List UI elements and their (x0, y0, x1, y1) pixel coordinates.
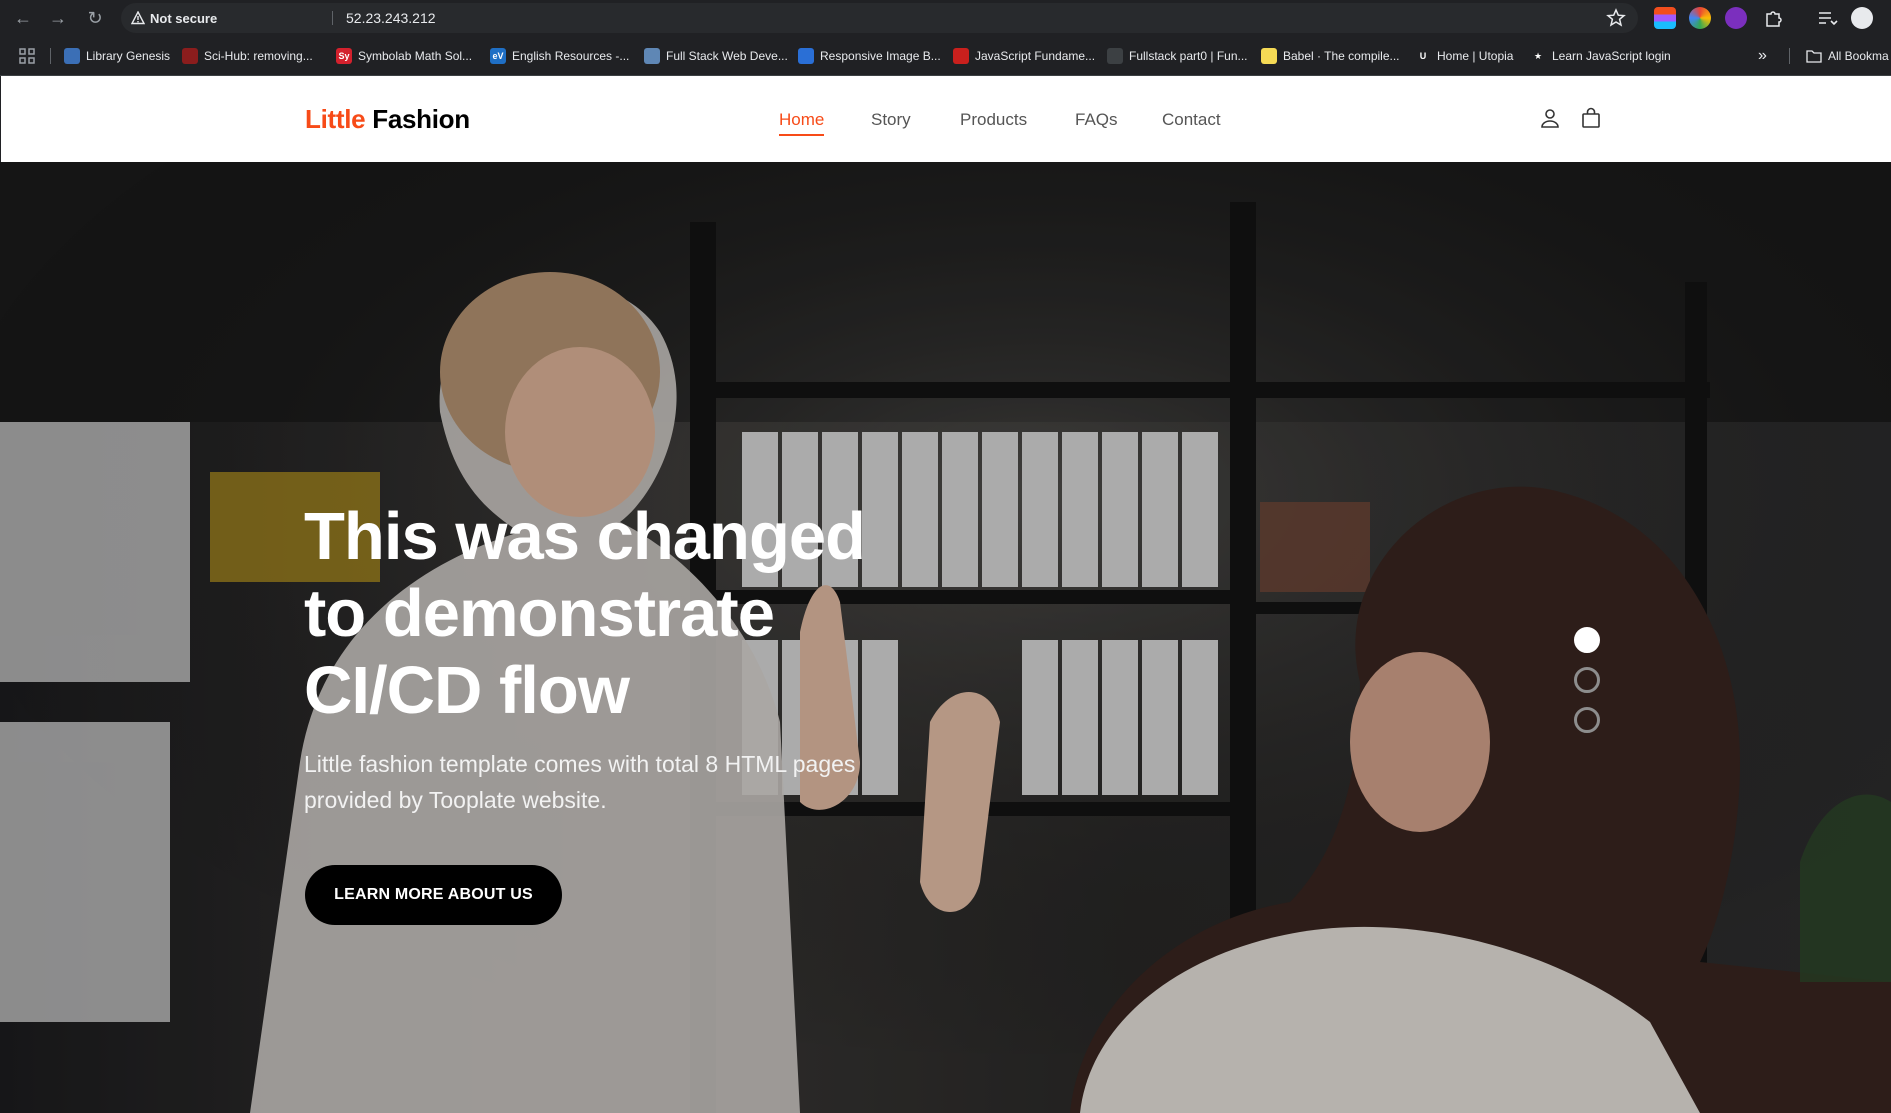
fullstack-part0-favicon (1107, 48, 1123, 64)
hero-title: This was changed to demonstrate CI/CD fl… (304, 498, 944, 729)
bookmark-label: Sci-Hub: removing... (204, 49, 313, 63)
bookmark-label: Full Stack Web Deve... (666, 49, 788, 63)
back-icon[interactable]: ← (12, 7, 34, 29)
bookmarks-divider (50, 48, 51, 64)
apps-grid-icon[interactable] (18, 47, 36, 65)
bookmark-item[interactable]: Library Genesis (64, 46, 170, 66)
utopia-favicon: U (1415, 48, 1431, 64)
bookmark-item[interactable]: Sci-Hub: removing... (182, 46, 313, 66)
address-bar[interactable]: Not secure 52.23.243.212 (121, 3, 1638, 33)
bookmark-label: Babel · The compile... (1283, 49, 1400, 63)
bookmark-item[interactable]: Sy Symbolab Math Sol... (336, 46, 472, 66)
nav-story[interactable]: Story (871, 110, 911, 130)
security-label: Not secure (150, 10, 218, 26)
nav-contact[interactable]: Contact (1162, 110, 1221, 130)
all-bookmarks-label: All Bookma (1828, 49, 1889, 63)
bookmark-label: JavaScript Fundame... (975, 49, 1096, 63)
url-text[interactable]: 52.23.243.212 (346, 3, 436, 33)
warning-icon (131, 11, 145, 25)
javascript-fundamentals-favicon (953, 48, 969, 64)
bookmark-item[interactable]: JavaScript Fundame... (953, 46, 1095, 66)
english-resources-favicon: eV (490, 48, 506, 64)
more-bookmarks-chevron-icon[interactable]: » (1758, 46, 1767, 66)
learn-more-button[interactable]: LEARN MORE ABOUT US (305, 865, 562, 925)
profile-avatar-icon[interactable] (1851, 7, 1873, 29)
bookmark-label: English Resources -... (512, 49, 630, 63)
figma-extension-icon[interactable] (1654, 7, 1676, 29)
shopping-bag-icon[interactable] (1579, 106, 1603, 130)
omnibox-divider (332, 11, 333, 25)
purple-extension-icon[interactable] (1725, 7, 1747, 29)
slide-indicator-2[interactable] (1574, 667, 1600, 693)
logo-accent-text: Little (305, 104, 366, 134)
bookmark-item[interactable]: Responsive Image B... (798, 46, 941, 66)
bookmark-item[interactable]: Fullstack part0 | Fun... (1107, 46, 1248, 66)
slide-indicator-1[interactable] (1574, 627, 1600, 653)
forward-icon[interactable]: → (47, 7, 69, 29)
hero-overlay (0, 162, 1891, 1113)
hero-title-line: This was changed (304, 499, 866, 574)
bookmark-item[interactable]: eV English Resources -... (490, 46, 629, 66)
logo-text: Fashion (372, 104, 470, 134)
bookmark-item[interactable]: ★ Learn JavaScript login (1530, 46, 1671, 66)
hero-subtitle: Little fashion template comes with total… (304, 746, 924, 818)
user-icon[interactable] (1538, 106, 1562, 130)
bookmark-label: Symbolab Math Sol... (358, 49, 473, 63)
hero-title-line: CI/CD flow (304, 653, 630, 728)
reload-icon[interactable]: ↻ (84, 7, 106, 29)
nav-faqs[interactable]: FAQs (1075, 110, 1118, 130)
security-indicator[interactable]: Not secure (131, 3, 217, 33)
full-stack-favicon (644, 48, 660, 64)
nav-home[interactable]: Home (779, 110, 825, 136)
all-bookmarks-folder[interactable]: All Bookma (1806, 46, 1889, 66)
color-picker-extension-icon[interactable] (1689, 7, 1711, 29)
site-header: Little Fashion Home Story Products FAQs … (1, 76, 1891, 162)
bookmark-label: Fullstack part0 | Fun... (1129, 49, 1248, 63)
bookmark-item[interactable]: Full Stack Web Deve... (644, 46, 788, 66)
learn-javascript-favicon: ★ (1530, 48, 1546, 64)
responsive-image-favicon (798, 48, 814, 64)
bookmark-label: Learn JavaScript login (1552, 49, 1671, 63)
nav-products[interactable]: Products (960, 110, 1027, 130)
library-genesis-favicon (64, 48, 80, 64)
reading-list-icon[interactable] (1816, 7, 1838, 29)
babel-favicon (1261, 48, 1277, 64)
hero-section: This was changed to demonstrate CI/CD fl… (0, 162, 1891, 1113)
bookmark-item[interactable]: Babel · The compile... (1261, 46, 1400, 66)
site-logo[interactable]: Little Fashion (305, 104, 470, 135)
extensions-puzzle-icon[interactable] (1762, 7, 1784, 29)
folder-icon (1806, 50, 1822, 63)
browser-toolbar: ← → ↻ Not secure 52.23.243.212 (0, 0, 1891, 36)
bookmark-label: Home | Utopia (1437, 49, 1514, 63)
slide-indicator-3[interactable] (1574, 707, 1600, 733)
hero-title-line: to demonstrate (304, 576, 775, 651)
symbolab-favicon: Sy (336, 48, 352, 64)
sci-hub-favicon (182, 48, 198, 64)
bookmark-item[interactable]: U Home | Utopia (1415, 46, 1513, 66)
bookmarks-divider (1789, 48, 1790, 64)
bookmark-label: Responsive Image B... (820, 49, 941, 63)
bookmark-label: Library Genesis (86, 49, 171, 63)
hero-subtitle-line: Little fashion template comes with total… (304, 751, 856, 777)
bookmark-star-icon[interactable] (1606, 8, 1626, 28)
bookmarks-bar: Library Genesis Sci-Hub: removing... Sy S… (0, 36, 1891, 76)
hero-subtitle-line: provided by Tooplate website. (304, 787, 607, 813)
